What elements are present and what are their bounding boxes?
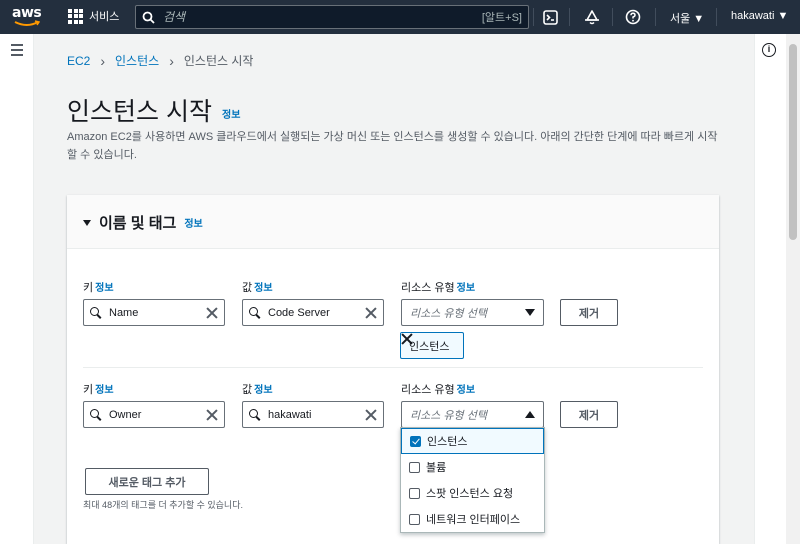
resource-type-placeholder: 리소스 유형 선택 <box>410 307 487 320</box>
aws-logo[interactable]: aws <box>12 5 44 29</box>
search-icon <box>249 306 261 319</box>
page-description: Amazon EC2를 사용하면 AWS 클라우드에서 실행되는 가상 머신 또… <box>67 131 718 161</box>
dropdown-option-volume[interactable]: 볼륨 <box>401 454 544 480</box>
hamburger-menu-icon[interactable] <box>11 44 23 59</box>
resource-type-placeholder: 리소스 유형 선택 <box>410 409 487 422</box>
caret-down-icon <box>525 309 535 316</box>
top-navigation: aws 서비스 [알트+S] <box>0 0 800 34</box>
clear-icon[interactable] <box>365 307 377 319</box>
tag-value-input[interactable]: hakawati <box>242 401 384 428</box>
bell-icon <box>585 10 599 25</box>
search-input[interactable] <box>163 10 482 24</box>
panel-title-row[interactable]: 이름 및 태그 정보 <box>83 212 203 233</box>
value-info-link[interactable]: 정보 <box>254 283 272 294</box>
search-shortcut-hint: [알트+S] <box>481 12 522 24</box>
global-search[interactable]: [알트+S] <box>135 5 529 29</box>
search-icon <box>249 408 261 421</box>
option-label: 볼륨 <box>426 462 447 474</box>
resource-type-dropdown: 인스턴스 볼륨 스팟 인스턴스 요청 네트워크 인터페이스 <box>400 427 545 533</box>
scrollbar-thumb[interactable] <box>789 44 797 240</box>
dropdown-option-network-interface[interactable]: 네트워크 인터페이스 <box>401 506 544 532</box>
aws-logo-text: aws <box>12 5 42 21</box>
dropdown-option-spot-request[interactable]: 스팟 인스턴스 요청 <box>401 480 544 506</box>
notifications-button[interactable] <box>583 8 601 26</box>
tag-value-value: hakawati <box>268 408 312 421</box>
resource-type-select[interactable]: 리소스 유형 선택 <box>401 401 544 428</box>
panel-title: 이름 및 태그 <box>99 215 177 232</box>
left-rail <box>0 34 34 544</box>
resource-type-info-link[interactable]: 정보 <box>457 385 475 396</box>
breadcrumb-instances[interactable]: 인스턴스 <box>115 52 159 69</box>
add-tag-button[interactable]: 새로운 태그 추가 <box>85 468 209 495</box>
tag-value-value: Code Server <box>268 306 330 319</box>
resource-type-info-link[interactable]: 정보 <box>457 283 475 294</box>
search-icon <box>142 11 155 24</box>
services-label: 서비스 <box>89 11 120 23</box>
chevron-right-icon: › <box>169 52 174 69</box>
tag-key-value: Owner <box>109 408 142 421</box>
clear-icon[interactable] <box>206 307 218 319</box>
nav-divider <box>533 8 534 26</box>
option-label: 스팟 인스턴스 요청 <box>426 488 514 500</box>
checkbox-icon <box>409 461 420 473</box>
dropdown-option-instance[interactable]: 인스턴스 <box>401 428 544 454</box>
checkbox-icon <box>409 513 420 525</box>
tag-value-input[interactable]: Code Server <box>242 299 384 326</box>
nav-divider <box>612 8 613 26</box>
remove-tag-button[interactable]: 제거 <box>560 299 618 326</box>
row-divider <box>83 367 703 368</box>
search-icon <box>90 306 102 319</box>
panel-header[interactable]: 이름 및 태그 정보 <box>67 195 719 249</box>
region-selector[interactable]: 서울 ▼ <box>670 10 704 26</box>
checkbox-icon <box>409 487 420 499</box>
help-icon <box>625 9 641 25</box>
right-rail <box>754 34 786 544</box>
resource-type-label: 리소스 유형 정보 <box>401 282 476 294</box>
aws-smile-icon <box>14 20 40 26</box>
cloudshell-button[interactable] <box>541 8 559 26</box>
scrollbar[interactable] <box>786 34 800 544</box>
account-menu[interactable]: hakawati ▼ <box>731 10 788 22</box>
terminal-icon <box>542 9 558 25</box>
clear-icon[interactable] <box>365 409 377 421</box>
page-title: 인스턴스 시작 <box>67 98 212 126</box>
grid-icon <box>68 8 83 24</box>
tag-key-input[interactable]: Name <box>83 299 225 326</box>
key-label: 키 정보 <box>83 282 114 294</box>
option-label: 인스턴스 <box>427 436 468 448</box>
breadcrumb: EC2 › 인스턴스 › 인스턴스 시작 <box>67 52 253 69</box>
remove-tag-button[interactable]: 제거 <box>560 401 618 428</box>
panel-info-link[interactable]: 정보 <box>184 215 202 230</box>
resource-type-select[interactable]: 리소스 유형 선택 <box>401 299 544 326</box>
tag-key-input[interactable]: Owner <box>83 401 225 428</box>
search-icon <box>90 408 102 421</box>
value-label: 값 정보 <box>242 384 273 396</box>
clear-icon[interactable] <box>206 409 218 421</box>
key-info-link[interactable]: 정보 <box>95 283 113 294</box>
value-info-link[interactable]: 정보 <box>254 385 272 396</box>
caret-down-icon <box>83 219 91 226</box>
tag-key-value: Name <box>109 306 139 319</box>
option-label: 네트워크 인터페이스 <box>426 514 521 526</box>
services-menu-button[interactable]: 서비스 <box>68 8 119 24</box>
key-label: 키 정보 <box>83 384 114 396</box>
value-label: 값 정보 <box>242 282 273 294</box>
nav-divider <box>655 8 656 26</box>
checkbox-checked-icon <box>410 435 421 447</box>
nav-divider <box>716 8 717 26</box>
caret-up-icon <box>525 411 535 418</box>
info-panel-icon[interactable]: i <box>762 43 776 57</box>
resource-type-token: 인스턴스 <box>400 332 465 359</box>
breadcrumb-ec2[interactable]: EC2 <box>67 54 90 68</box>
resource-type-label: 리소스 유형 정보 <box>401 384 476 396</box>
page-info-link[interactable]: 정보 <box>222 106 240 121</box>
add-tag-hint: 최대 48개의 태그를 더 추가할 수 있습니다. <box>83 500 243 510</box>
help-button[interactable] <box>624 8 642 26</box>
nav-divider <box>569 8 570 26</box>
key-info-link[interactable]: 정보 <box>95 385 113 396</box>
chevron-right-icon: › <box>100 52 106 69</box>
token-label: 인스턴스 <box>409 340 450 353</box>
breadcrumb-current: 인스턴스 시작 <box>183 54 254 68</box>
